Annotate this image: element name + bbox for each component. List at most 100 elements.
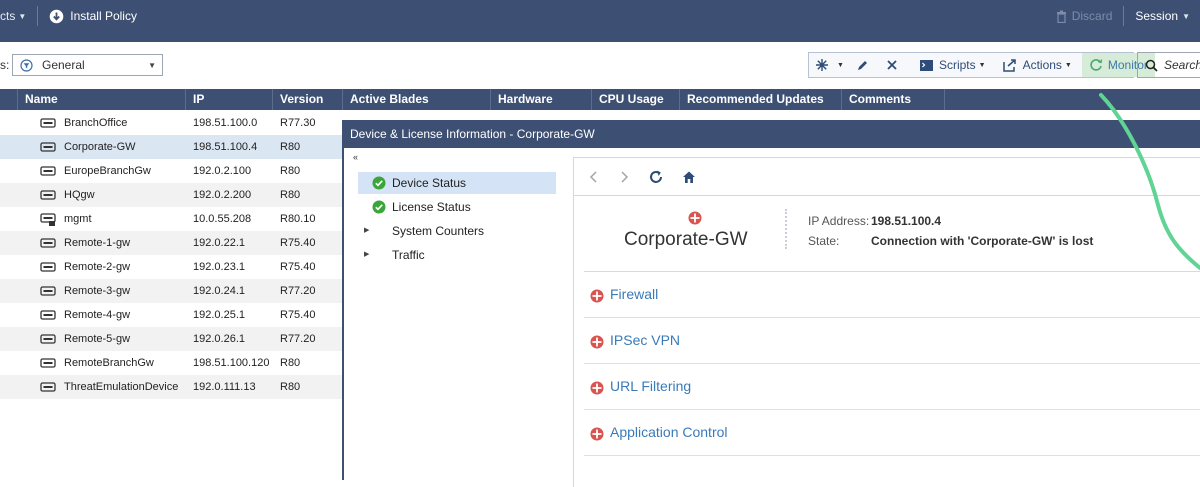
- blade-link[interactable]: IPSec VPN: [610, 332, 680, 348]
- table-row[interactable]: ThreatEmulationDevice 192.0.111.13 R80: [0, 375, 342, 399]
- discard-button[interactable]: Discard: [1056, 9, 1113, 23]
- column-header-name[interactable]: Name: [18, 89, 186, 110]
- toolbar: s: General ▼ ▼ Scripts ▼ Actions ▼ Monit…: [0, 42, 1200, 89]
- table-row[interactable]: Remote-1-gw 192.0.22.1 R75.40: [0, 231, 342, 255]
- gateway-icon: [40, 286, 56, 296]
- home-icon: [683, 171, 695, 183]
- back-button[interactable]: [588, 170, 600, 184]
- blade-row-ipsec-vpn[interactable]: IPSec VPN: [584, 318, 1200, 364]
- row-version: R75.40: [280, 237, 316, 249]
- objects-menu[interactable]: cts ▼: [0, 9, 26, 23]
- row-ip: 192.0.22.1: [193, 237, 245, 249]
- table-row[interactable]: EuropeBranchGw 192.0.2.100 R80: [0, 159, 342, 183]
- row-ip: 192.0.24.1: [193, 285, 245, 297]
- table-row[interactable]: Remote-2-gw 192.0.23.1 R75.40: [0, 255, 342, 279]
- column-header-active-blades[interactable]: Active Blades: [343, 89, 491, 110]
- forward-button[interactable]: [618, 170, 630, 184]
- expand-arrow-icon[interactable]: ▶: [364, 220, 369, 242]
- home-button[interactable]: [682, 170, 696, 184]
- tree-item-license-status[interactable]: License Status: [358, 196, 556, 218]
- search-icon: [1145, 59, 1158, 72]
- edit-button[interactable]: [850, 53, 880, 77]
- column-header-select[interactable]: [0, 89, 18, 110]
- filter-label: s:: [0, 58, 10, 72]
- table-row[interactable]: Corporate-GW 198.51.100.4 R80: [0, 135, 342, 159]
- error-status-icon: [590, 381, 604, 395]
- column-header-cpu-usage[interactable]: CPU Usage: [592, 89, 680, 110]
- session-menu[interactable]: Session ▼: [1135, 9, 1200, 23]
- table-row[interactable]: Remote-3-gw 192.0.24.1 R77.20: [0, 279, 342, 303]
- column-header-recommended-updates[interactable]: Recommended Updates: [680, 89, 842, 110]
- row-version: R80.10: [280, 213, 316, 225]
- check-circle-icon: [372, 200, 386, 214]
- search-placeholder: Search: [1164, 58, 1200, 72]
- tree-item-system-counters[interactable]: ▶ System Counters: [358, 220, 556, 242]
- row-version: R80: [280, 189, 301, 201]
- gateway-table: BranchOffice 198.51.100.0 R77.30 Corpora…: [0, 111, 342, 399]
- actions-menu[interactable]: Actions ▼: [996, 53, 1078, 77]
- row-name: RemoteBranchGw: [64, 357, 154, 369]
- divider: [37, 6, 39, 26]
- row-version: R77.20: [280, 333, 316, 345]
- row-name: EuropeBranchGw: [64, 165, 151, 177]
- blade-link[interactable]: Application Control: [610, 424, 728, 440]
- blade-row-application-control[interactable]: Application Control: [584, 410, 1200, 456]
- row-name: mgmt: [64, 213, 92, 225]
- blade-link[interactable]: Firewall: [610, 286, 658, 302]
- top-bar: cts ▼ Install Policy Discard Session ▼: [0, 0, 1200, 42]
- table-row[interactable]: BranchOffice 198.51.100.0 R77.30: [0, 111, 342, 135]
- chevron-down-icon: ▼: [978, 61, 986, 69]
- chevron-down-icon: ▼: [18, 11, 27, 21]
- column-header-hardware[interactable]: Hardware: [491, 89, 592, 110]
- device-name: Corporate-GW: [624, 229, 748, 250]
- ip-address-label: IP Address:: [808, 214, 870, 228]
- row-version: R77.30: [280, 117, 316, 129]
- row-name: BranchOffice: [64, 117, 128, 129]
- check-circle-icon: [372, 176, 386, 190]
- install-policy-button[interactable]: Install Policy: [49, 9, 137, 24]
- management-server-icon: [40, 213, 56, 226]
- row-ip: 10.0.55.208: [193, 213, 252, 225]
- tree-item-traffic[interactable]: ▶ Traffic: [358, 244, 556, 266]
- row-name: Remote-5-gw: [64, 333, 131, 345]
- divider: [785, 209, 787, 249]
- chevron-down-icon: ▼: [1182, 11, 1190, 21]
- table-row[interactable]: RemoteBranchGw 198.51.100.120 R80: [0, 351, 342, 375]
- gateway-icon: [40, 238, 56, 248]
- new-button[interactable]: ▼: [809, 53, 850, 77]
- scripts-label: Scripts: [938, 58, 976, 72]
- row-name: Remote-3-gw: [64, 285, 131, 297]
- trash-icon: [1056, 10, 1066, 23]
- device-header: Corporate-GW IP Address: 198.51.100.4 St…: [584, 196, 1200, 272]
- gateway-icon: [40, 118, 56, 128]
- row-name: ThreatEmulationDevice: [64, 381, 179, 393]
- column-header-comments[interactable]: Comments: [842, 89, 945, 110]
- actions-label: Actions: [1022, 58, 1062, 72]
- table-row[interactable]: mgmt 10.0.55.208 R80.10: [0, 207, 342, 231]
- filter-select[interactable]: General ▼: [12, 54, 163, 76]
- chevron-right-icon: [621, 170, 629, 183]
- tree-item-device-status[interactable]: Device Status: [358, 172, 556, 194]
- browser-nav-bar: [574, 158, 1200, 196]
- row-name: Corporate-GW: [64, 141, 136, 153]
- blade-link[interactable]: URL Filtering: [610, 378, 691, 394]
- search-input[interactable]: Search: [1137, 52, 1200, 78]
- row-name: Remote-2-gw: [64, 261, 131, 273]
- column-header-ip[interactable]: IP: [186, 89, 273, 110]
- dialog-title[interactable]: Device & License Information - Corporate…: [344, 120, 1200, 148]
- blade-row-url-filtering[interactable]: URL Filtering: [584, 364, 1200, 410]
- column-header-version[interactable]: Version: [273, 89, 343, 110]
- table-row[interactable]: Remote-4-gw 192.0.25.1 R75.40: [0, 303, 342, 327]
- grid-header: Name IP Version Active Blades Hardware C…: [0, 89, 1200, 110]
- collapse-panel-icon[interactable]: «: [353, 152, 358, 162]
- table-row[interactable]: Remote-5-gw 192.0.26.1 R77.20: [0, 327, 342, 351]
- row-name: Remote-1-gw: [64, 237, 131, 249]
- delete-button[interactable]: [880, 53, 909, 77]
- refresh-button[interactable]: [648, 169, 664, 185]
- discard-label: Discard: [1071, 9, 1113, 23]
- blade-row-firewall[interactable]: Firewall: [584, 272, 1200, 318]
- pencil-icon: [857, 60, 867, 70]
- table-row[interactable]: HQgw 192.0.2.200 R80: [0, 183, 342, 207]
- scripts-menu[interactable]: Scripts ▼: [913, 53, 992, 77]
- expand-arrow-icon[interactable]: ▶: [364, 244, 369, 266]
